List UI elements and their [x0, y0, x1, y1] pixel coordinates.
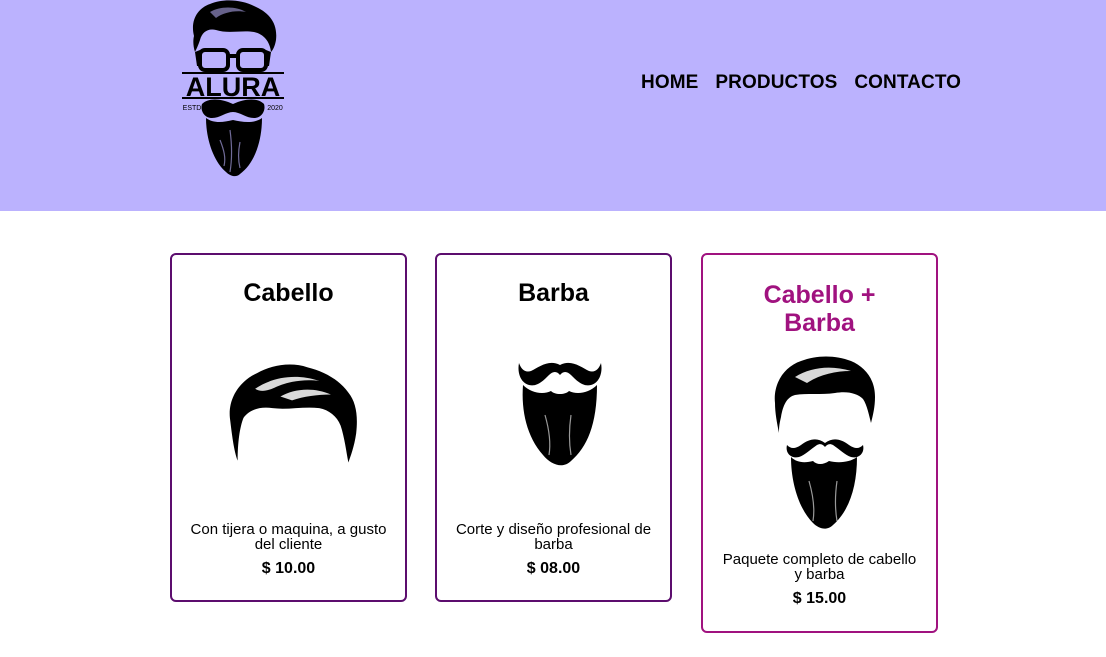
- product-card-barba[interactable]: Barba Corte y diseño profesional de barb…: [435, 253, 672, 602]
- hair-beard-icon: [774, 356, 875, 529]
- product-title: Cabello + Barba: [763, 281, 876, 337]
- product-title: Barba: [518, 279, 589, 307]
- nav-contacto[interactable]: CONTACTO: [854, 72, 961, 94]
- product-price: $ 15.00: [792, 590, 847, 607]
- nav-productos[interactable]: PRODUCTOS: [715, 72, 837, 94]
- product-card-cabello-barba[interactable]: Cabello + Barba Paquete completo de cabe…: [701, 253, 938, 633]
- hair-icon: [229, 364, 357, 463]
- beard-icon: [518, 362, 602, 466]
- logo-caption-left: ESTD: [183, 105, 202, 112]
- main-nav: HOME PRODUCTOS CONTACTO: [641, 72, 961, 94]
- alura-logo[interactable]: ALURA ESTD 2020: [180, 0, 286, 180]
- site-header: ALURA ESTD 2020 HOME PRODUCTOS CONTACTO: [0, 0, 1106, 211]
- product-description: Paquete completo de cabello y barba: [722, 551, 917, 583]
- logo-caption-right: 2020: [267, 105, 283, 112]
- product-price: $ 10.00: [261, 560, 316, 577]
- product-description: Con tijera o maquina, a gusto del client…: [190, 521, 387, 553]
- logo-wordmark: ALURA: [186, 72, 281, 102]
- product-description: Corte y diseño profesional de barba: [455, 521, 652, 553]
- product-price: $ 08.00: [526, 560, 581, 577]
- product-title: Cabello: [243, 279, 334, 307]
- product-card-cabello[interactable]: Cabello Con tijera o maquina, a gusto de…: [170, 253, 407, 602]
- nav-home[interactable]: HOME: [641, 72, 698, 94]
